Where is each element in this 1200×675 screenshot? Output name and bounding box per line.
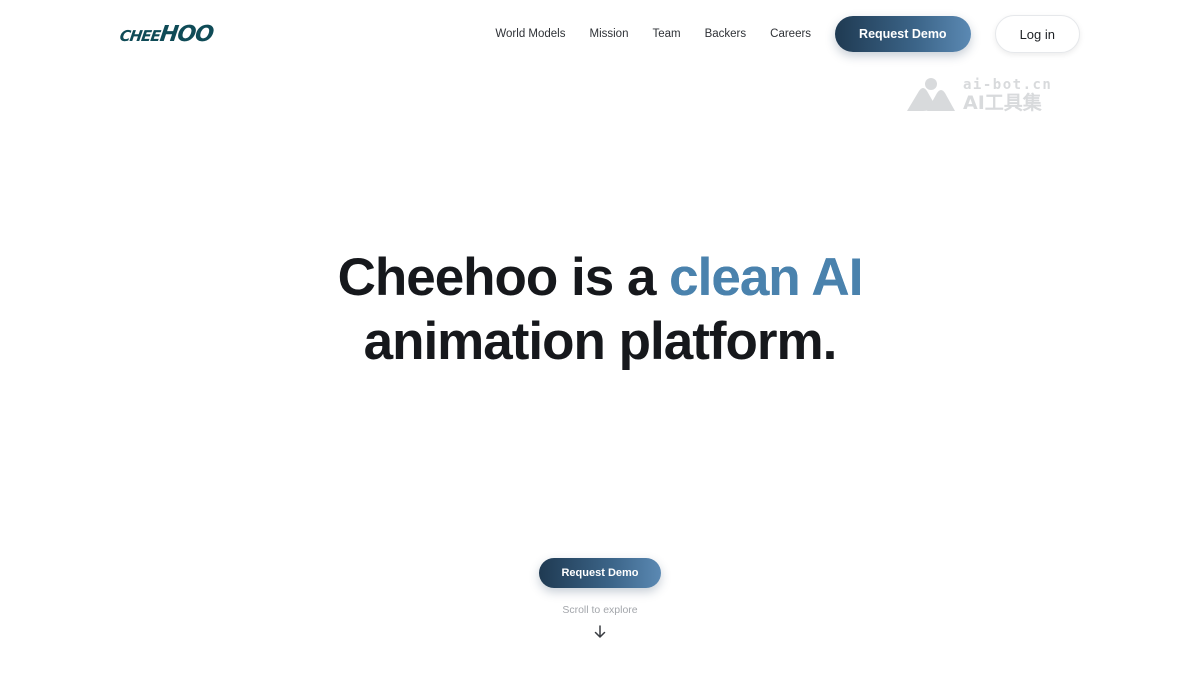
login-button[interactable]: Log in: [994, 15, 1080, 53]
top-nav: World Models Mission Team Backers Career…: [495, 15, 1080, 53]
nav-link-world-models[interactable]: World Models: [495, 28, 565, 40]
arrow-down-icon[interactable]: [592, 624, 608, 640]
hero-line-2: animation platform.: [363, 312, 838, 371]
hero-headline: Cheehoo is a clean AI animation platform…: [0, 246, 1200, 374]
watermark: ai-bot.cn AI工具集: [905, 74, 1075, 116]
nav-link-team[interactable]: Team: [652, 28, 680, 40]
hero-request-demo-button[interactable]: Request Demo: [539, 558, 661, 588]
watermark-logo-icon: [905, 77, 957, 113]
nav-link-mission[interactable]: Mission: [589, 28, 628, 40]
scroll-hint: Scroll to explore: [562, 604, 638, 616]
watermark-title: AI工具集: [963, 91, 1042, 114]
cheehoo-logo[interactable]: CHEE HOO: [118, 21, 215, 47]
logo-wordmark: CHEE HOO: [118, 21, 215, 47]
logo-text-hoo: HOO: [158, 21, 215, 47]
logo-text-chee: CHEE: [118, 26, 162, 45]
header-request-demo-button[interactable]: Request Demo: [835, 16, 971, 52]
hero-section: Cheehoo is a clean AI animation platform…: [0, 246, 1200, 374]
hero-line-1: Cheehoo is a clean AI: [0, 246, 1200, 310]
nav-link-careers[interactable]: Careers: [770, 28, 811, 40]
nav-link-backers[interactable]: Backers: [705, 28, 747, 40]
hero-line-1-prefix: Cheehoo is a: [337, 248, 670, 307]
hero-accent-text: clean AI: [669, 248, 863, 307]
watermark-domain: ai-bot.cn: [963, 76, 1053, 93]
